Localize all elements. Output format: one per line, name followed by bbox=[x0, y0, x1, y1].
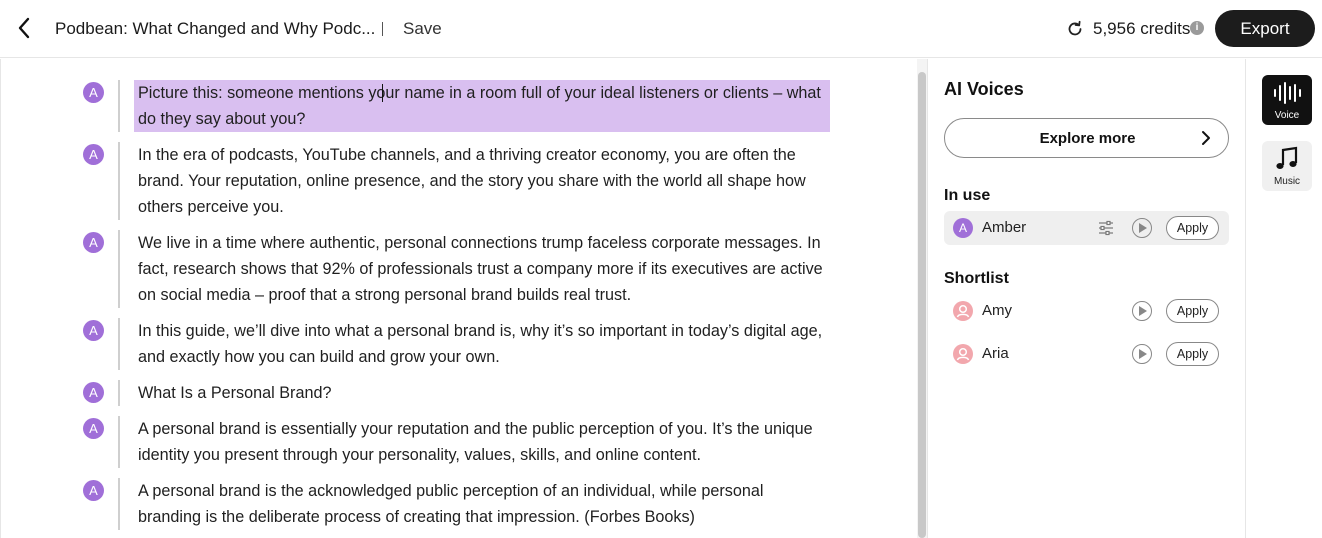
play-icon[interactable] bbox=[1132, 218, 1152, 238]
speaker-avatar[interactable]: A bbox=[83, 480, 104, 501]
voice-name: Amy bbox=[982, 302, 1012, 319]
document-title[interactable]: Podbean: What Changed and Why Podc... bbox=[55, 19, 375, 39]
voice-row-amber[interactable]: A Amber Apply bbox=[944, 211, 1229, 245]
sliders-icon[interactable] bbox=[1098, 220, 1114, 236]
music-note-icon bbox=[1275, 146, 1299, 177]
paragraph-bar bbox=[118, 478, 120, 530]
paragraph-6[interactable]: A A personal brand is essentially your r… bbox=[1, 416, 918, 468]
paragraph-1[interactable]: A Picture this: someone mentions your na… bbox=[1, 80, 918, 132]
paragraph-text[interactable]: Picture this: someone mentions your name… bbox=[138, 80, 828, 132]
ai-voices-panel: AI Voices Explore more In use A Amber Ap… bbox=[927, 59, 1245, 538]
paragraph-7[interactable]: A A personal brand is the acknowledged p… bbox=[1, 478, 918, 530]
play-icon[interactable] bbox=[1132, 301, 1152, 321]
paragraph-5[interactable]: A What Is a Personal Brand? bbox=[1, 380, 918, 406]
music-tab-label: Music bbox=[1273, 176, 1301, 187]
voice-name: Amber bbox=[982, 219, 1027, 236]
paragraph-bar bbox=[118, 230, 120, 308]
paragraph-bar bbox=[118, 318, 120, 370]
save-button[interactable]: Save bbox=[403, 19, 442, 39]
apply-button[interactable]: Apply bbox=[1166, 216, 1219, 240]
paragraph-3[interactable]: A We live in a time where authentic, per… bbox=[1, 230, 918, 308]
apply-button[interactable]: Apply bbox=[1166, 342, 1219, 366]
top-bar: Podbean: What Changed and Why Podc... Sa… bbox=[0, 0, 1322, 58]
chevron-right-icon bbox=[1198, 130, 1214, 146]
speaker-avatar[interactable]: A bbox=[83, 232, 104, 253]
explore-more-button[interactable]: Explore more bbox=[944, 118, 1229, 158]
speaker-avatar[interactable]: A bbox=[83, 320, 104, 341]
apply-button[interactable]: Apply bbox=[1166, 299, 1219, 323]
scrollbar-thumb[interactable] bbox=[918, 72, 926, 538]
voice-tab[interactable]: Voice bbox=[1262, 75, 1312, 125]
voice-row-amy[interactable]: Amy Apply bbox=[944, 294, 1229, 328]
voice-tab-label: Voice bbox=[1274, 110, 1300, 121]
credits-balance: 5,956 credits bbox=[1093, 19, 1191, 38]
voice-avatar-icon bbox=[953, 344, 973, 364]
refresh-icon[interactable] bbox=[1065, 19, 1085, 39]
voice-row-aria[interactable]: Aria Apply bbox=[944, 337, 1229, 371]
explore-more-label: Explore more bbox=[1039, 130, 1136, 147]
paragraph-text[interactable]: In this guide, we’ll dive into what a pe… bbox=[138, 318, 828, 370]
script-editor[interactable]: A Picture this: someone mentions your na… bbox=[0, 59, 918, 538]
voice-avatar-icon bbox=[953, 301, 973, 321]
speaker-avatar[interactable]: A bbox=[83, 144, 104, 165]
play-icon[interactable] bbox=[1132, 344, 1152, 364]
paragraph-text[interactable]: What Is a Personal Brand? bbox=[138, 380, 828, 406]
paragraph-4[interactable]: A In this guide, we’ll dive into what a … bbox=[1, 318, 918, 370]
paragraph-bar bbox=[118, 416, 120, 468]
tool-rail: Voice Music bbox=[1245, 59, 1322, 538]
info-icon[interactable]: i bbox=[1190, 21, 1204, 35]
voice-avatar: A bbox=[953, 218, 973, 238]
back-arrow-icon[interactable] bbox=[12, 16, 36, 40]
speaker-avatar[interactable]: A bbox=[83, 418, 104, 439]
panel-title: AI Voices bbox=[944, 79, 1024, 99]
voice-name: Aria bbox=[982, 345, 1009, 362]
paragraph-bar bbox=[118, 380, 120, 406]
export-button[interactable]: Export bbox=[1215, 10, 1315, 47]
paragraph-bar bbox=[118, 80, 120, 132]
speaker-avatar[interactable]: A bbox=[83, 82, 104, 103]
paragraph-text[interactable]: A personal brand is the acknowledged pub… bbox=[138, 478, 828, 530]
speaker-avatar[interactable]: A bbox=[83, 382, 104, 403]
paragraph-bar bbox=[118, 142, 120, 220]
title-divider bbox=[382, 22, 383, 36]
music-tab[interactable]: Music bbox=[1262, 141, 1312, 191]
paragraph-text[interactable]: A personal brand is essentially your rep… bbox=[138, 416, 828, 468]
text-cursor bbox=[382, 84, 383, 102]
shortlist-label: Shortlist bbox=[944, 270, 1009, 287]
paragraph-text[interactable]: We live in a time where authentic, perso… bbox=[138, 230, 828, 308]
paragraph-text[interactable]: In the era of podcasts, YouTube channels… bbox=[138, 142, 828, 220]
paragraph-2[interactable]: A In the era of podcasts, YouTube channe… bbox=[1, 142, 918, 220]
waveform-icon bbox=[1272, 81, 1302, 110]
in-use-label: In use bbox=[944, 187, 991, 204]
